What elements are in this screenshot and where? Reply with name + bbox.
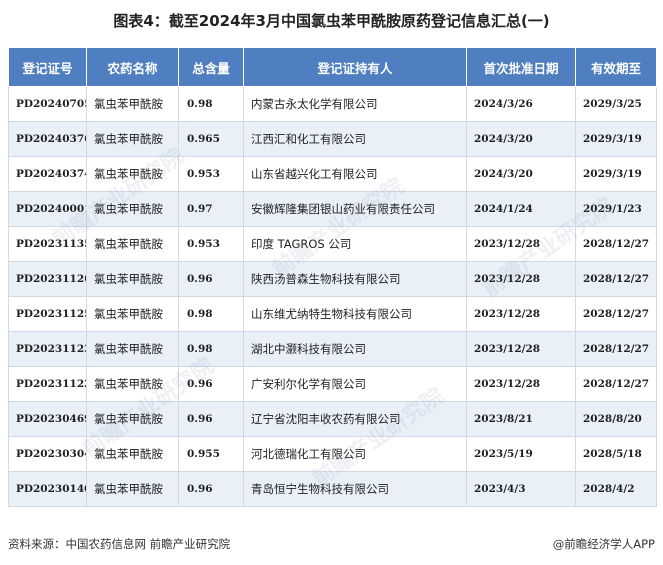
source-note: 资料来源：中国农药信息网 前瞻产业研究院 <box>8 537 231 551</box>
cell-pesticide-name: 氯虫苯甲酰胺 <box>86 436 179 472</box>
column-header-valid-until: 有效期至 <box>575 47 657 87</box>
cell-first-approval: 2024/3/26 <box>466 86 576 122</box>
cell-pesticide-name: 氯虫苯甲酰胺 <box>86 331 179 367</box>
cell-content: 0.96 <box>178 261 244 297</box>
cell-content: 0.965 <box>178 121 244 157</box>
cell-pesticide-name: 氯虫苯甲酰胺 <box>86 296 179 332</box>
cell-first-approval: 2024/3/20 <box>466 156 576 192</box>
table-row: PD20240001 氯虫苯甲酰胺 0.97 安徽辉隆集团银山药业有限责任公司 2024… <box>8 191 657 227</box>
cell-holder: 印度 TAGROS 公司 <box>243 226 467 262</box>
cell-cert-no: PD20231122 <box>8 366 87 402</box>
cell-valid-until: 2028/4/2 <box>575 471 657 507</box>
column-header-content: 总含量 <box>178 47 244 87</box>
column-header-cert-no: 登记证号 <box>8 47 87 87</box>
cell-first-approval: 2023/12/28 <box>466 261 576 297</box>
cell-valid-until: 2029/3/19 <box>575 121 657 157</box>
cell-pesticide-name: 氯虫苯甲酰胺 <box>86 366 179 402</box>
cell-pesticide-name: 氯虫苯甲酰胺 <box>86 471 179 507</box>
cell-cert-no: PD20231135 <box>8 226 87 262</box>
cell-valid-until: 2029/3/25 <box>575 86 657 122</box>
cell-content: 0.953 <box>178 226 244 262</box>
cell-cert-no: PD20240376 <box>8 121 87 157</box>
cell-first-approval: 2023/12/28 <box>466 226 576 262</box>
cell-first-approval: 2023/12/28 <box>466 366 576 402</box>
cell-holder: 安徽辉隆集团银山药业有限责任公司 <box>243 191 467 227</box>
cell-holder: 青岛恒宁生物科技有限公司 <box>243 471 467 507</box>
table-row: PD20231126 氯虫苯甲酰胺 0.96 陕西汤普森生物科技有限公司 2023/12… <box>8 261 657 297</box>
cell-holder: 山东省越兴化工有限公司 <box>243 156 467 192</box>
table-row: PD20240374 氯虫苯甲酰胺 0.953 山东省越兴化工有限公司 2024/3/2… <box>8 156 657 192</box>
cell-valid-until: 2028/12/27 <box>575 331 657 367</box>
cell-cert-no: PD20231123 <box>8 331 87 367</box>
cell-first-approval: 2023/12/28 <box>466 296 576 332</box>
cell-cert-no: PD20231125 <box>8 296 87 332</box>
cell-valid-until: 2029/1/23 <box>575 191 657 227</box>
cell-content: 0.98 <box>178 331 244 367</box>
cell-holder: 陕西汤普森生物科技有限公司 <box>243 261 467 297</box>
table-row: PD20231125 氯虫苯甲酰胺 0.98 山东维尤纳特生物科技有限公司 2023/1… <box>8 296 657 332</box>
cell-valid-until: 2029/3/19 <box>575 156 657 192</box>
cell-pesticide-name: 氯虫苯甲酰胺 <box>86 86 179 122</box>
cell-cert-no: PD20230469 <box>8 401 87 437</box>
cell-pesticide-name: 氯虫苯甲酰胺 <box>86 156 179 192</box>
cell-first-approval: 2023/12/28 <box>466 331 576 367</box>
table-row: PD20231122 氯虫苯甲酰胺 0.96 广安利尔化学有限公司 2023/12/28… <box>8 366 657 402</box>
table-row: PD20231123 氯虫苯甲酰胺 0.98 湖北中灏科技有限公司 2023/12/28… <box>8 331 657 367</box>
cell-holder: 湖北中灏科技有限公司 <box>243 331 467 367</box>
registration-table: 登记证号 农药名称 总含量 登记证持有人 首次批准日期 有效期至 PD20240… <box>8 47 657 507</box>
table-row: PD20240376 氯虫苯甲酰胺 0.965 江西汇和化工有限公司 2024/3/20… <box>8 121 657 157</box>
cell-content: 0.98 <box>178 296 244 332</box>
cell-first-approval: 2023/5/19 <box>466 436 576 472</box>
cell-cert-no: PD20231126 <box>8 261 87 297</box>
cell-holder: 辽宁省沈阳丰收农药有限公司 <box>243 401 467 437</box>
column-header-first-approval: 首次批准日期 <box>466 47 576 87</box>
cell-valid-until: 2028/12/27 <box>575 296 657 332</box>
brand-credit: @前瞻经济学人APP <box>552 537 655 551</box>
table-row: PD20230304 氯虫苯甲酰胺 0.955 河北德瑞化工有限公司 2023/5/19… <box>8 436 657 472</box>
cell-holder: 河北德瑞化工有限公司 <box>243 436 467 472</box>
cell-first-approval: 2024/3/20 <box>466 121 576 157</box>
cell-content: 0.96 <box>178 471 244 507</box>
cell-cert-no: PD20240705 <box>8 86 87 122</box>
cell-valid-until: 2028/8/20 <box>575 401 657 437</box>
table-header-row: 登记证号 农药名称 总含量 登记证持有人 首次批准日期 有效期至 <box>8 47 657 87</box>
cell-holder: 广安利尔化学有限公司 <box>243 366 467 402</box>
cell-pesticide-name: 氯虫苯甲酰胺 <box>86 191 179 227</box>
cell-cert-no: PD20240001 <box>8 191 87 227</box>
cell-holder: 山东维尤纳特生物科技有限公司 <box>243 296 467 332</box>
cell-pesticide-name: 氯虫苯甲酰胺 <box>86 261 179 297</box>
table-row: PD20231135 氯虫苯甲酰胺 0.953 印度 TAGROS 公司 2023/12… <box>8 226 657 262</box>
column-header-holder: 登记证持有人 <box>243 47 467 87</box>
cell-first-approval: 2023/8/21 <box>466 401 576 437</box>
cell-cert-no: PD20230140 <box>8 471 87 507</box>
cell-valid-until: 2028/5/18 <box>575 436 657 472</box>
table-title: 图表4：截至2024年3月中国氯虫苯甲酰胺原药登记信息汇总(一) <box>113 12 550 30</box>
cell-valid-until: 2028/12/27 <box>575 261 657 297</box>
cell-first-approval: 2023/4/3 <box>466 471 576 507</box>
column-header-pesticide-name: 农药名称 <box>86 47 179 87</box>
cell-valid-until: 2028/12/27 <box>575 226 657 262</box>
cell-first-approval: 2024/1/24 <box>466 191 576 227</box>
footer: 资料来源：中国农药信息网 前瞻产业研究院 @前瞻经济学人APP <box>8 536 655 556</box>
cell-holder: 江西汇和化工有限公司 <box>243 121 467 157</box>
cell-content: 0.96 <box>178 366 244 402</box>
cell-content: 0.953 <box>178 156 244 192</box>
cell-content: 0.96 <box>178 401 244 437</box>
cell-content: 0.98 <box>178 86 244 122</box>
cell-pesticide-name: 氯虫苯甲酰胺 <box>86 226 179 262</box>
cell-valid-until: 2028/12/27 <box>575 366 657 402</box>
cell-pesticide-name: 氯虫苯甲酰胺 <box>86 121 179 157</box>
cell-holder: 内蒙古永太化学有限公司 <box>243 86 467 122</box>
table-row: PD20230469 氯虫苯甲酰胺 0.96 辽宁省沈阳丰收农药有限公司 2023/8/… <box>8 401 657 437</box>
cell-content: 0.97 <box>178 191 244 227</box>
cell-pesticide-name: 氯虫苯甲酰胺 <box>86 401 179 437</box>
table-row: PD20240705 氯虫苯甲酰胺 0.98 内蒙古永太化学有限公司 2024/3/26… <box>8 86 657 122</box>
cell-cert-no: PD20230304 <box>8 436 87 472</box>
table-body: PD20240705 氯虫苯甲酰胺 0.98 内蒙古永太化学有限公司 2024/3/26… <box>8 86 657 507</box>
table-row: PD20230140 氯虫苯甲酰胺 0.96 青岛恒宁生物科技有限公司 2023/4/3… <box>8 471 657 507</box>
cell-content: 0.955 <box>178 436 244 472</box>
cell-cert-no: PD20240374 <box>8 156 87 192</box>
